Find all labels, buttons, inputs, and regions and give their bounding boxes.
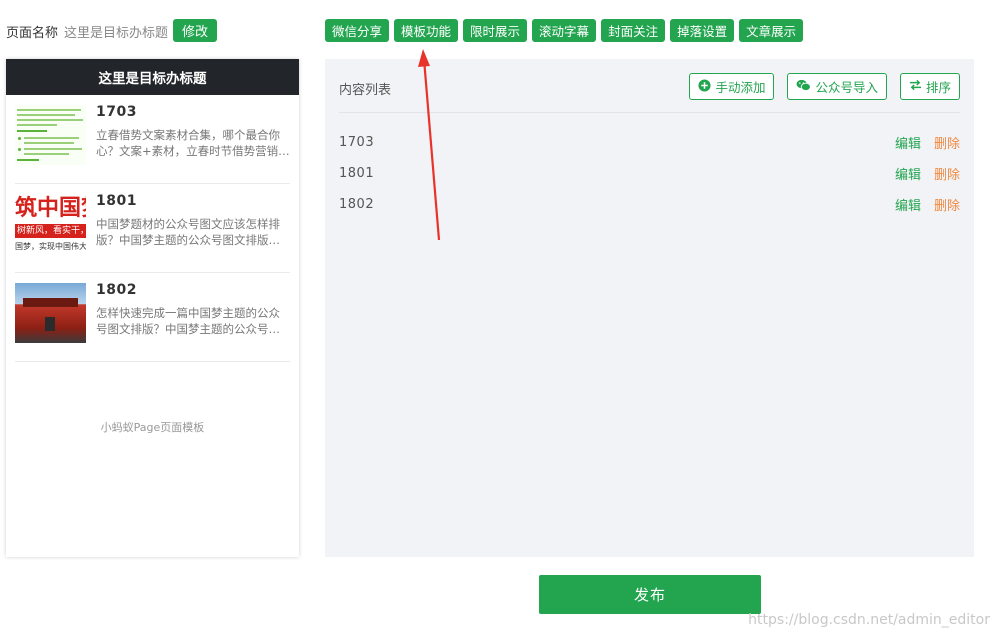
preview-footer-text: 小蚂蚁Page页面模板 xyxy=(100,421,205,434)
tab-cover-follow[interactable]: 封面关注 xyxy=(601,19,666,42)
article-title: 1703 xyxy=(96,104,137,120)
tab-wechat-share[interactable]: 微信分享 xyxy=(325,19,390,42)
edit-link[interactable]: 编辑 xyxy=(895,133,921,152)
article-title: 1802 xyxy=(96,282,137,298)
feature-tabs: 微信分享 模板功能 限时展示 滚动字幕 封面关注 掉落设置 文章展示 xyxy=(325,19,804,42)
content-row-id: 1802 xyxy=(339,197,375,212)
manual-add-label: 手动添加 xyxy=(715,80,766,95)
thumbnail-caption: 国梦，实现中国伟大 xyxy=(15,242,86,251)
content-row-id: 1801 xyxy=(339,166,375,181)
preview-article-item[interactable]: 1703 立春借势文案素材合集，哪个最合你心？文案+素材，立春时节借势营销… xyxy=(15,95,290,184)
tab-template-function[interactable]: 模板功能 xyxy=(394,19,459,42)
article-thumbnail xyxy=(15,283,86,343)
wechat-icon xyxy=(796,79,812,95)
page-preview: 这里是目标办标题 1703 立春借势文案素材合集，哪个最合你心？文案+素材，立春… xyxy=(6,59,299,557)
content-row-id: 1703 xyxy=(339,135,375,150)
publish-button[interactable]: 发布 xyxy=(539,575,761,614)
delete-link[interactable]: 删除 xyxy=(934,164,960,183)
article-description: 立春借势文案素材合集，哪个最合你心？文案+素材，立春时节借势营销… xyxy=(96,128,290,158)
thumbnail-headline: 筑中国梦 xyxy=(15,196,86,221)
sort-label: 排序 xyxy=(925,80,951,95)
edit-link[interactable]: 编辑 xyxy=(895,195,921,214)
preview-title: 这里是目标办标题 xyxy=(6,59,299,95)
annotation-arrow-icon xyxy=(418,49,441,241)
edit-page-name-button[interactable]: 修改 xyxy=(173,19,217,42)
page-name-value: 这里是目标办标题 xyxy=(64,26,169,41)
preview-article-item[interactable]: 1802 怎样快速完成一篇中国梦主题的公众号图文排版？中国梦主题的公众号… xyxy=(15,273,290,362)
article-thumbnail: 筑中国梦 树新风，看实干， 国梦，实现中国伟大 xyxy=(15,194,86,254)
article-title: 1801 xyxy=(96,193,137,209)
tab-drop-settings[interactable]: 掉落设置 xyxy=(670,19,735,42)
article-thumbnail xyxy=(15,105,86,165)
tab-limited-time[interactable]: 限时展示 xyxy=(463,19,528,42)
preview-article-item[interactable]: 筑中国梦 树新风，看实干， 国梦，实现中国伟大 1801 中国梦题材的公众号图文… xyxy=(15,184,290,273)
manual-add-button[interactable]: 手动添加 xyxy=(689,73,775,100)
article-description: 怎样快速完成一篇中国梦主题的公众号图文排版？中国梦主题的公众号… xyxy=(96,306,280,336)
tab-article-display[interactable]: 文章展示 xyxy=(739,19,804,42)
watermark-text: https://blog.csdn.net/admin_editor xyxy=(748,612,990,628)
tab-scrolling-text[interactable]: 滚动字幕 xyxy=(532,19,597,42)
thumbnail-band-text: 树新风，看实干， xyxy=(15,224,86,238)
article-description: 中国梦题材的公众号图文应该怎样排版？中国梦主题的公众号图文排版… xyxy=(96,217,280,247)
delete-link[interactable]: 删除 xyxy=(934,133,960,152)
content-list-title: 内容列表 xyxy=(339,83,392,98)
preview-article-list: 1703 立春借势文案素材合集，哪个最合你心？文案+素材，立春时节借势营销… 筑… xyxy=(6,95,299,362)
page-name-label: 页面名称 xyxy=(6,26,59,41)
wechat-import-button[interactable]: 公众号导入 xyxy=(787,73,887,100)
edit-link[interactable]: 编辑 xyxy=(895,164,921,183)
delete-link[interactable]: 删除 xyxy=(934,195,960,214)
plus-circle-icon xyxy=(698,78,711,95)
content-list-actions: 手动添加 公众号导入 排序 xyxy=(689,73,960,100)
sort-button[interactable]: 排序 xyxy=(899,73,960,100)
wechat-import-label: 公众号导入 xyxy=(815,80,878,95)
swap-arrows-icon xyxy=(909,79,922,94)
